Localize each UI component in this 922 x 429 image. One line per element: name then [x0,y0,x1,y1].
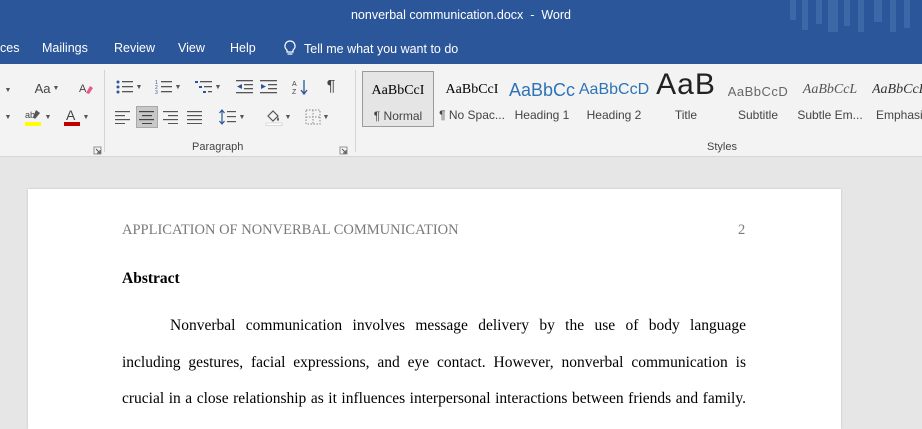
style-name: ¶ Normal [373,109,423,123]
paragraph-line: including gestures, facial expressions, … [122,354,746,371]
show-formatting-marks-button[interactable]: ¶ [320,76,342,98]
svg-text:A: A [292,81,297,88]
style-name: Heading 1 [514,108,570,122]
style-preview: AaBbCc [508,80,576,100]
style-title[interactable]: AaB Title [650,70,722,128]
tab-view[interactable]: View [178,41,205,55]
numbering-icon: 123 [155,80,172,95]
clear-formatting-icon: A [79,83,93,95]
sort-button[interactable]: AZ [290,76,312,98]
dialog-launcher-icon [93,146,102,155]
group-separator [104,70,105,152]
numbering-button[interactable]: 1 2 3 ▼ [150,76,186,98]
paragraph-group-label: Paragraph [192,141,244,153]
align-right-button[interactable] [160,106,182,128]
justify-button[interactable] [184,106,206,128]
bullets-icon [116,80,133,94]
paint-bucket-icon [265,110,282,126]
tab-references[interactable]: ces [0,41,19,55]
increase-indent-icon [260,80,277,94]
multilevel-list-button[interactable]: ▼ [190,76,226,98]
align-right-icon [163,111,178,124]
ribbon-tab-row: ces Mailings Review View Help Tell me wh… [0,32,922,64]
tab-mailings[interactable]: Mailings [42,41,88,55]
style-name: Subtitle [737,108,779,122]
style-preview: AaBbCcI [445,82,499,97]
svg-text:ab: ab [25,110,35,120]
font-color-icon: A [63,107,80,126]
sort-icon: AZ [292,80,308,96]
align-left-button[interactable] [112,106,134,128]
style-preview: AaBbCcL [802,82,858,97]
highlighter-icon: ab [24,110,41,126]
svg-text:A: A [79,83,87,95]
paragraph-line: crucial in a close relationship as it in… [122,390,746,407]
style-name: Title [674,108,698,122]
title-bar-decoration [782,0,922,32]
bullets-button[interactable]: ▼ [112,76,146,98]
styles-group-label: Styles [707,141,737,153]
highlight-color-button[interactable]: ab ▼ [20,106,54,128]
lightbulb-icon [284,40,296,55]
justify-icon [187,111,202,124]
font-color-button[interactable]: A ▼ [58,106,94,128]
running-header: APPLICATION OF NONVERBAL COMMUNICATION [122,222,459,238]
style-no-spacing[interactable]: AaBbCcI ¶ No Spac... [436,70,508,128]
font-size-dropdown[interactable]: ▼ [0,80,14,100]
align-center-icon [139,111,154,124]
abstract-heading: Abstract [122,270,180,287]
document-page[interactable]: APPLICATION OF NONVERBAL COMMUNICATION 2… [28,189,841,429]
align-left-icon [115,111,130,124]
tell-me-search[interactable]: Tell me what you want to do [284,40,458,56]
font-dialog-launcher[interactable] [93,142,102,155]
style-emphasis[interactable]: AaBbCcL Emphasis [866,70,922,128]
style-preview: AaBbCcD [578,81,650,98]
align-center-button[interactable] [136,106,158,128]
style-preview: AaB [656,70,716,101]
style-name: Emphasis [876,108,922,122]
style-subtle-emphasis[interactable]: AaBbCcL Subtle Em... [794,70,866,128]
increase-indent-button[interactable] [258,76,280,98]
svg-text:A: A [66,107,76,123]
paragraph-line: Nonverbal communication involves message… [170,317,746,334]
svg-text:Z: Z [292,89,297,96]
line-spacing-icon [218,109,236,125]
change-case-label: Aa [34,80,51,96]
style-preview: AaBbCcL [872,82,922,97]
borders-button[interactable]: ▼ [300,106,334,128]
change-case-button[interactable]: Aa ▼ [30,77,64,99]
title-bar: nonverbal communication.docx - Word [0,0,922,32]
style-heading-2[interactable]: AaBbCcD Heading 2 [578,70,650,128]
style-name: ¶ No Spac... [439,108,505,122]
style-heading-1[interactable]: AaBbCc Heading 1 [506,70,578,128]
tab-review[interactable]: Review [114,41,155,55]
shading-button[interactable]: ▼ [260,106,296,128]
multilevel-list-icon [194,81,212,93]
page-number: 2 [738,222,746,238]
style-preview: AaBbCcI [371,83,425,98]
style-name: Heading 2 [586,108,642,122]
group-separator [355,70,356,152]
tell-me-label: Tell me what you want to do [304,42,459,56]
tab-help[interactable]: Help [230,41,256,55]
borders-icon [305,109,321,125]
font-dropdown-left[interactable]: ▼ [0,106,14,128]
style-subtitle[interactable]: AaBbCcD Subtitle [722,70,794,128]
decrease-indent-icon [236,80,253,94]
paragraph-dialog-launcher[interactable] [339,142,348,155]
line-spacing-button[interactable]: ▼ [214,106,250,128]
style-name: Subtle Em... [797,108,863,122]
clear-formatting-button[interactable]: A [76,77,96,99]
decrease-indent-button[interactable] [234,76,256,98]
style-preview: AaBbCcD [727,84,789,99]
style-normal[interactable]: AaBbCcI ¶ Normal [362,71,434,127]
svg-text:3: 3 [155,90,158,95]
dialog-launcher-icon [339,146,348,155]
